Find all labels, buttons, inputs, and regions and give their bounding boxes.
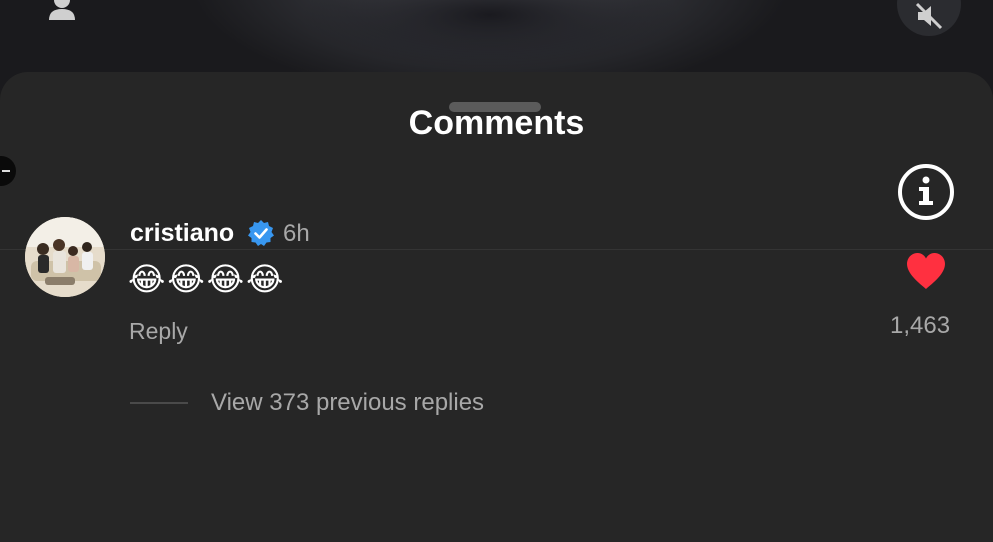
avatar[interactable] xyxy=(25,217,105,297)
replies-divider xyxy=(130,402,188,404)
comment-text: 😂😂😂😂 xyxy=(128,261,286,297)
heart-icon xyxy=(907,253,945,289)
comment-timestamp: 6h xyxy=(283,220,310,247)
view-previous-replies-button[interactable]: View 373 previous replies xyxy=(211,389,484,417)
reply-button[interactable]: Reply xyxy=(129,318,188,345)
like-button[interactable] xyxy=(905,252,947,290)
user-icon[interactable] xyxy=(47,0,77,20)
info-icon xyxy=(898,164,954,220)
info-button[interactable] xyxy=(897,163,955,221)
mute-icon xyxy=(915,2,943,30)
header-divider xyxy=(0,249,993,250)
verified-badge-icon xyxy=(247,219,275,247)
comments-sheet: Comments xyxy=(0,72,993,542)
like-count: 1,463 xyxy=(890,312,951,339)
sheet-title: Comments xyxy=(408,104,585,142)
comment-username[interactable]: cristiano xyxy=(130,219,234,248)
